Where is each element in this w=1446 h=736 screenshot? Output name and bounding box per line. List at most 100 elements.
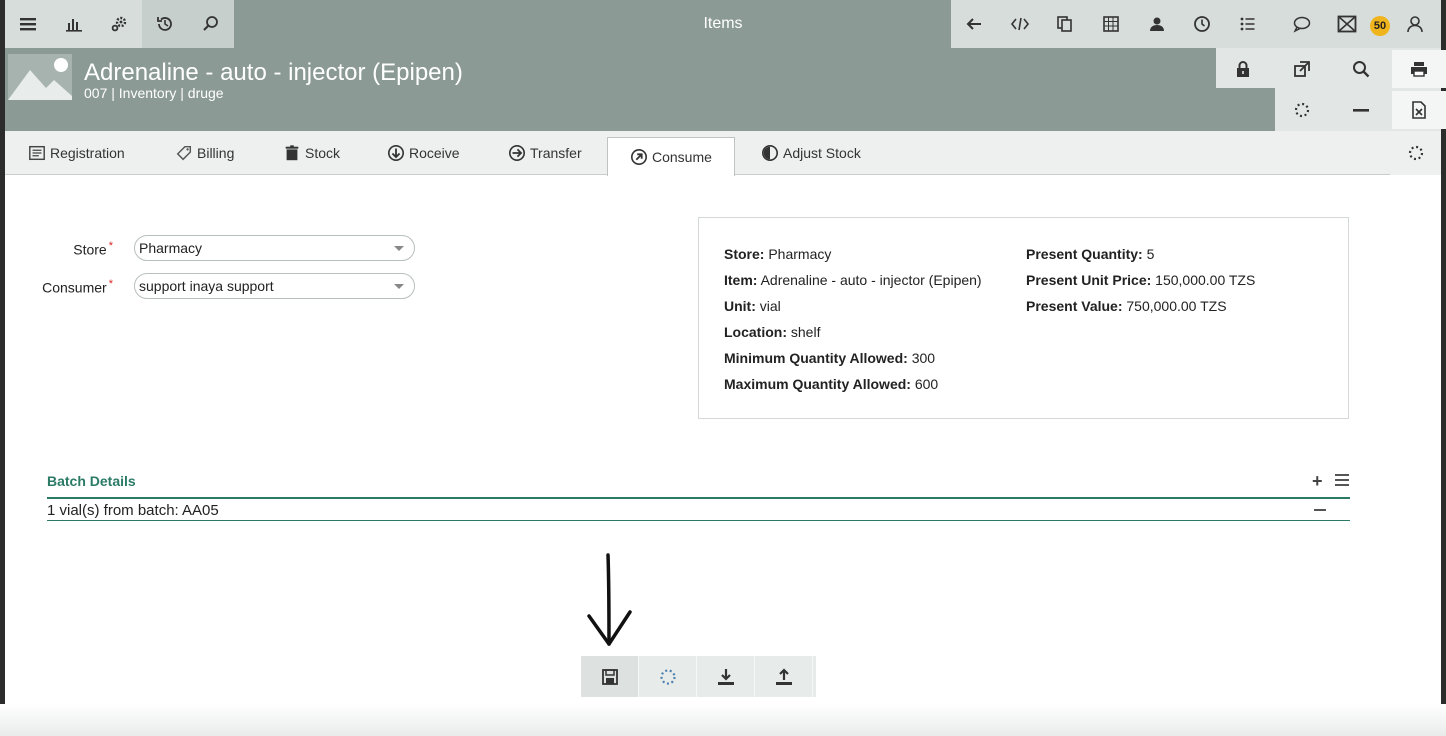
batch-divider xyxy=(47,497,1350,499)
arrow-up-right-circle-icon xyxy=(630,148,648,166)
half-circle-icon xyxy=(761,144,779,162)
open-window-button[interactable] xyxy=(1275,50,1329,88)
remove-batch-button[interactable] xyxy=(1314,509,1326,511)
batch-menu-button[interactable] xyxy=(1335,474,1349,489)
side-refresh-button[interactable] xyxy=(1390,131,1441,175)
list-button[interactable] xyxy=(1225,0,1271,48)
batch-row-divider xyxy=(47,520,1350,521)
tab-label: Consume xyxy=(652,149,712,165)
menu-button[interactable] xyxy=(5,0,51,48)
mail-icon xyxy=(1337,15,1357,33)
arrow-right-circle-icon xyxy=(508,144,526,162)
store-select[interactable]: Pharmacy xyxy=(134,235,415,261)
info-max-qty: Maximum Quantity Allowed: 600 xyxy=(724,376,939,392)
users-icon xyxy=(1149,17,1164,31)
item-title: Adrenaline - auto - injector (Epipen) xyxy=(84,59,463,86)
tab-registration[interactable]: Registration xyxy=(28,131,125,175)
export-excel-button[interactable] xyxy=(1392,91,1446,129)
tools-button[interactable] xyxy=(97,0,143,48)
clock-icon xyxy=(1194,16,1211,32)
clock-button[interactable] xyxy=(1180,0,1226,48)
search-button[interactable] xyxy=(188,0,234,48)
add-batch-button[interactable]: + xyxy=(1312,472,1323,490)
trash-icon xyxy=(285,145,299,161)
tab-billing[interactable]: Billing xyxy=(175,131,234,175)
tab-stock[interactable]: Stock xyxy=(283,131,340,175)
print-button[interactable] xyxy=(1392,50,1446,88)
batch-details-title: Batch Details xyxy=(47,473,136,489)
item-actions-panel xyxy=(1216,48,1446,131)
notification-badge[interactable]: 50 xyxy=(1370,16,1390,36)
registration-icon xyxy=(29,145,45,161)
tab-label: Billing xyxy=(197,145,235,161)
consumer-select[interactable]: support inaya support xyxy=(134,273,415,299)
bottom-action-bar xyxy=(581,656,816,697)
info-store: Store: Pharmacy xyxy=(724,246,832,262)
consumer-value: support inaya support xyxy=(139,278,274,294)
loading-button[interactable] xyxy=(639,656,697,697)
image-placeholder-icon xyxy=(8,54,72,100)
copy-button[interactable] xyxy=(1042,0,1088,48)
info-location: Location: shelf xyxy=(724,324,821,340)
store-value: Pharmacy xyxy=(139,240,203,256)
consumer-label: Consumer * xyxy=(42,278,113,296)
tab-label: Transfer xyxy=(530,145,582,161)
list-icon xyxy=(1240,17,1255,31)
tab-receive[interactable]: Roceive xyxy=(387,131,460,175)
lock-button[interactable] xyxy=(1216,50,1270,88)
reports-button[interactable] xyxy=(51,0,97,48)
tab-label: Roceive xyxy=(409,145,460,161)
hamburger-icon xyxy=(19,18,36,31)
arrow-down-circle-icon xyxy=(387,144,405,162)
info-min-qty: Minimum Quantity Allowed: 300 xyxy=(724,350,936,366)
item-subtitle: 007 | Inventory | druge xyxy=(84,85,224,101)
arrow-left-icon xyxy=(966,18,981,30)
upload-button[interactable] xyxy=(755,656,813,697)
refresh-button[interactable] xyxy=(1275,91,1329,129)
users-button[interactable] xyxy=(1134,0,1180,48)
printer-icon xyxy=(1411,62,1427,77)
history-icon xyxy=(157,17,173,31)
bottom-shadow xyxy=(0,704,1446,736)
chevron-down-icon xyxy=(394,284,404,289)
back-button[interactable] xyxy=(951,0,997,48)
messages-button[interactable] xyxy=(1333,0,1361,48)
tab-label: Registration xyxy=(50,145,125,161)
lock-icon xyxy=(1237,61,1249,77)
chat-button[interactable] xyxy=(1271,0,1333,48)
save-button[interactable] xyxy=(581,656,639,697)
external-window-icon xyxy=(1294,61,1310,77)
item-header: Adrenaline - auto - injector (Epipen) 00… xyxy=(5,48,1446,131)
tab-consume[interactable]: Consume xyxy=(607,137,735,176)
history-button[interactable] xyxy=(142,0,189,48)
left-toolbar xyxy=(5,0,234,48)
download-icon xyxy=(717,668,734,685)
excel-file-icon xyxy=(1412,101,1426,119)
tab-transfer[interactable]: Transfer xyxy=(508,131,582,175)
gears-icon xyxy=(112,16,127,32)
collapse-button[interactable] xyxy=(1334,91,1388,129)
download-button[interactable] xyxy=(697,656,755,697)
profile-button[interactable] xyxy=(1395,0,1435,48)
search-icon xyxy=(203,16,218,31)
find-button[interactable] xyxy=(1334,50,1388,88)
store-label: Store * xyxy=(73,240,113,258)
user-toolbar xyxy=(1271,0,1441,48)
item-tabs: Registration Billing Stock Roceive Trans… xyxy=(5,131,1390,176)
tab-adjust-stock[interactable]: Adjust Stock xyxy=(761,131,861,175)
tab-label: Adjust Stock xyxy=(783,145,861,161)
info-present-price: Present Unit Price: 150,000.00 TZS xyxy=(1026,272,1256,288)
right-toolbar xyxy=(951,0,1271,48)
upload-icon xyxy=(775,667,792,685)
chat-icon xyxy=(1293,16,1311,33)
info-item: Item: Adrenaline - auto - injector (Epip… xyxy=(724,272,982,288)
bar-chart-icon xyxy=(65,19,82,32)
tag-icon xyxy=(176,145,192,161)
spinner-icon xyxy=(1294,102,1310,118)
stock-info-panel: Store: Pharmacy Item: Adrenaline - auto … xyxy=(698,217,1349,419)
spinner-icon xyxy=(659,668,676,685)
chevron-down-icon xyxy=(394,246,404,251)
code-icon xyxy=(1010,17,1029,31)
code-button[interactable] xyxy=(997,0,1043,48)
grid-button[interactable] xyxy=(1088,0,1134,48)
